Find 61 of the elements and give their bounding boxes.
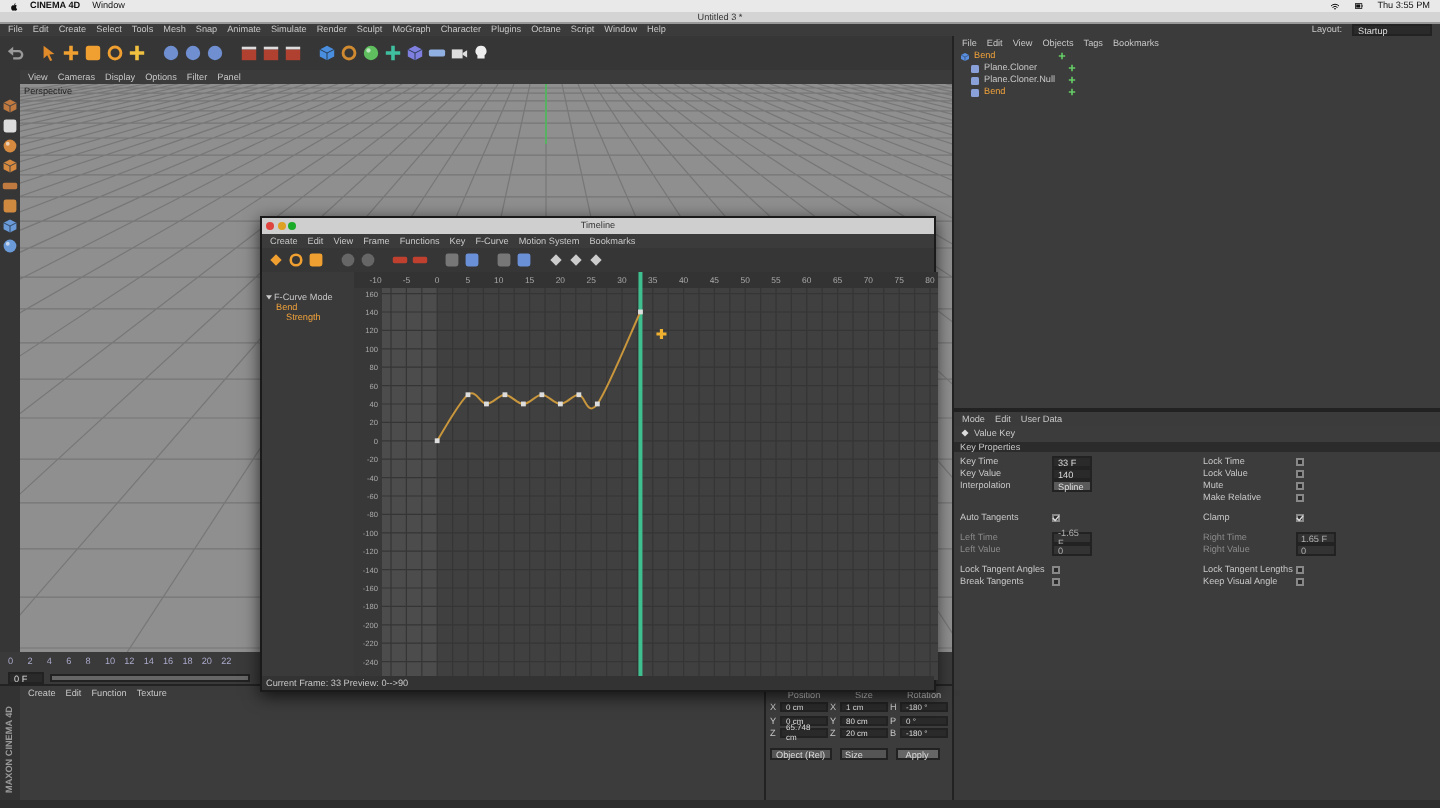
square-icon[interactable] bbox=[2, 198, 18, 214]
bulb-icon[interactable] bbox=[472, 44, 490, 62]
curve-key[interactable] bbox=[539, 392, 545, 398]
square-icon[interactable] bbox=[444, 252, 460, 268]
bar-icon[interactable] bbox=[428, 44, 446, 62]
camera-icon[interactable] bbox=[450, 44, 468, 62]
key-icon[interactable] bbox=[268, 252, 284, 268]
curve-key[interactable] bbox=[465, 392, 471, 398]
square-icon[interactable] bbox=[464, 252, 480, 268]
crosshair-cursor-icon bbox=[654, 327, 669, 341]
x-axis-icon[interactable] bbox=[162, 44, 180, 62]
checkbox[interactable] bbox=[1295, 458, 1303, 466]
cube-icon[interactable] bbox=[318, 44, 336, 62]
key-icon[interactable] bbox=[568, 252, 584, 268]
sphere-icon[interactable] bbox=[2, 138, 18, 154]
playhead[interactable] bbox=[638, 272, 643, 680]
apple-icon[interactable] bbox=[10, 1, 18, 11]
cube-icon[interactable] bbox=[2, 218, 18, 234]
curve-key[interactable] bbox=[434, 438, 440, 444]
curve-key[interactable] bbox=[502, 392, 508, 398]
checkbox[interactable] bbox=[1295, 494, 1303, 502]
sphere-icon[interactable] bbox=[362, 44, 380, 62]
sphere-icon[interactable] bbox=[2, 238, 18, 254]
battery-icon[interactable] bbox=[1351, 2, 1366, 10]
expand-arrow-icon[interactable] bbox=[266, 294, 272, 300]
frame-ruler[interactable] bbox=[354, 272, 938, 288]
bar-icon[interactable] bbox=[412, 252, 428, 268]
wifi-icon[interactable] bbox=[1329, 1, 1340, 11]
checkbox[interactable] bbox=[1052, 578, 1060, 586]
checkbox[interactable] bbox=[1295, 482, 1303, 490]
curve-icon[interactable] bbox=[288, 252, 304, 268]
close-button[interactable] bbox=[266, 221, 274, 229]
object-icon[interactable] bbox=[960, 51, 970, 61]
clapperboard-icon[interactable] bbox=[262, 44, 280, 62]
clapperboard-icon[interactable] bbox=[284, 44, 302, 62]
cube-icon[interactable] bbox=[406, 44, 424, 62]
y-axis-icon[interactable] bbox=[184, 44, 202, 62]
plus-icon[interactable] bbox=[128, 44, 146, 62]
undo-icon[interactable] bbox=[6, 44, 24, 62]
square-icon[interactable] bbox=[496, 252, 512, 268]
curve-key[interactable] bbox=[594, 401, 600, 407]
curve-key[interactable] bbox=[557, 401, 563, 407]
key-icon[interactable] bbox=[548, 252, 564, 268]
cube-icon[interactable] bbox=[2, 158, 18, 174]
cursor-icon[interactable] bbox=[40, 44, 58, 62]
cube-icon[interactable] bbox=[2, 98, 18, 114]
y-axis-line bbox=[545, 84, 547, 145]
z-axis-icon[interactable] bbox=[206, 44, 224, 62]
checkbox[interactable] bbox=[1295, 470, 1303, 478]
clapperboard-icon[interactable] bbox=[240, 44, 258, 62]
curve-key[interactable] bbox=[521, 401, 526, 407]
key-icon[interactable] bbox=[588, 252, 604, 268]
curve-key[interactable] bbox=[484, 401, 489, 407]
square-icon[interactable] bbox=[308, 252, 324, 268]
move-icon[interactable] bbox=[62, 44, 80, 62]
checkbox[interactable] bbox=[1052, 566, 1060, 574]
bar-icon[interactable] bbox=[392, 252, 408, 268]
checkbox[interactable] bbox=[1295, 578, 1303, 586]
square-icon[interactable] bbox=[516, 252, 532, 268]
curve-key[interactable] bbox=[576, 392, 582, 398]
checkbox[interactable] bbox=[1295, 566, 1303, 574]
